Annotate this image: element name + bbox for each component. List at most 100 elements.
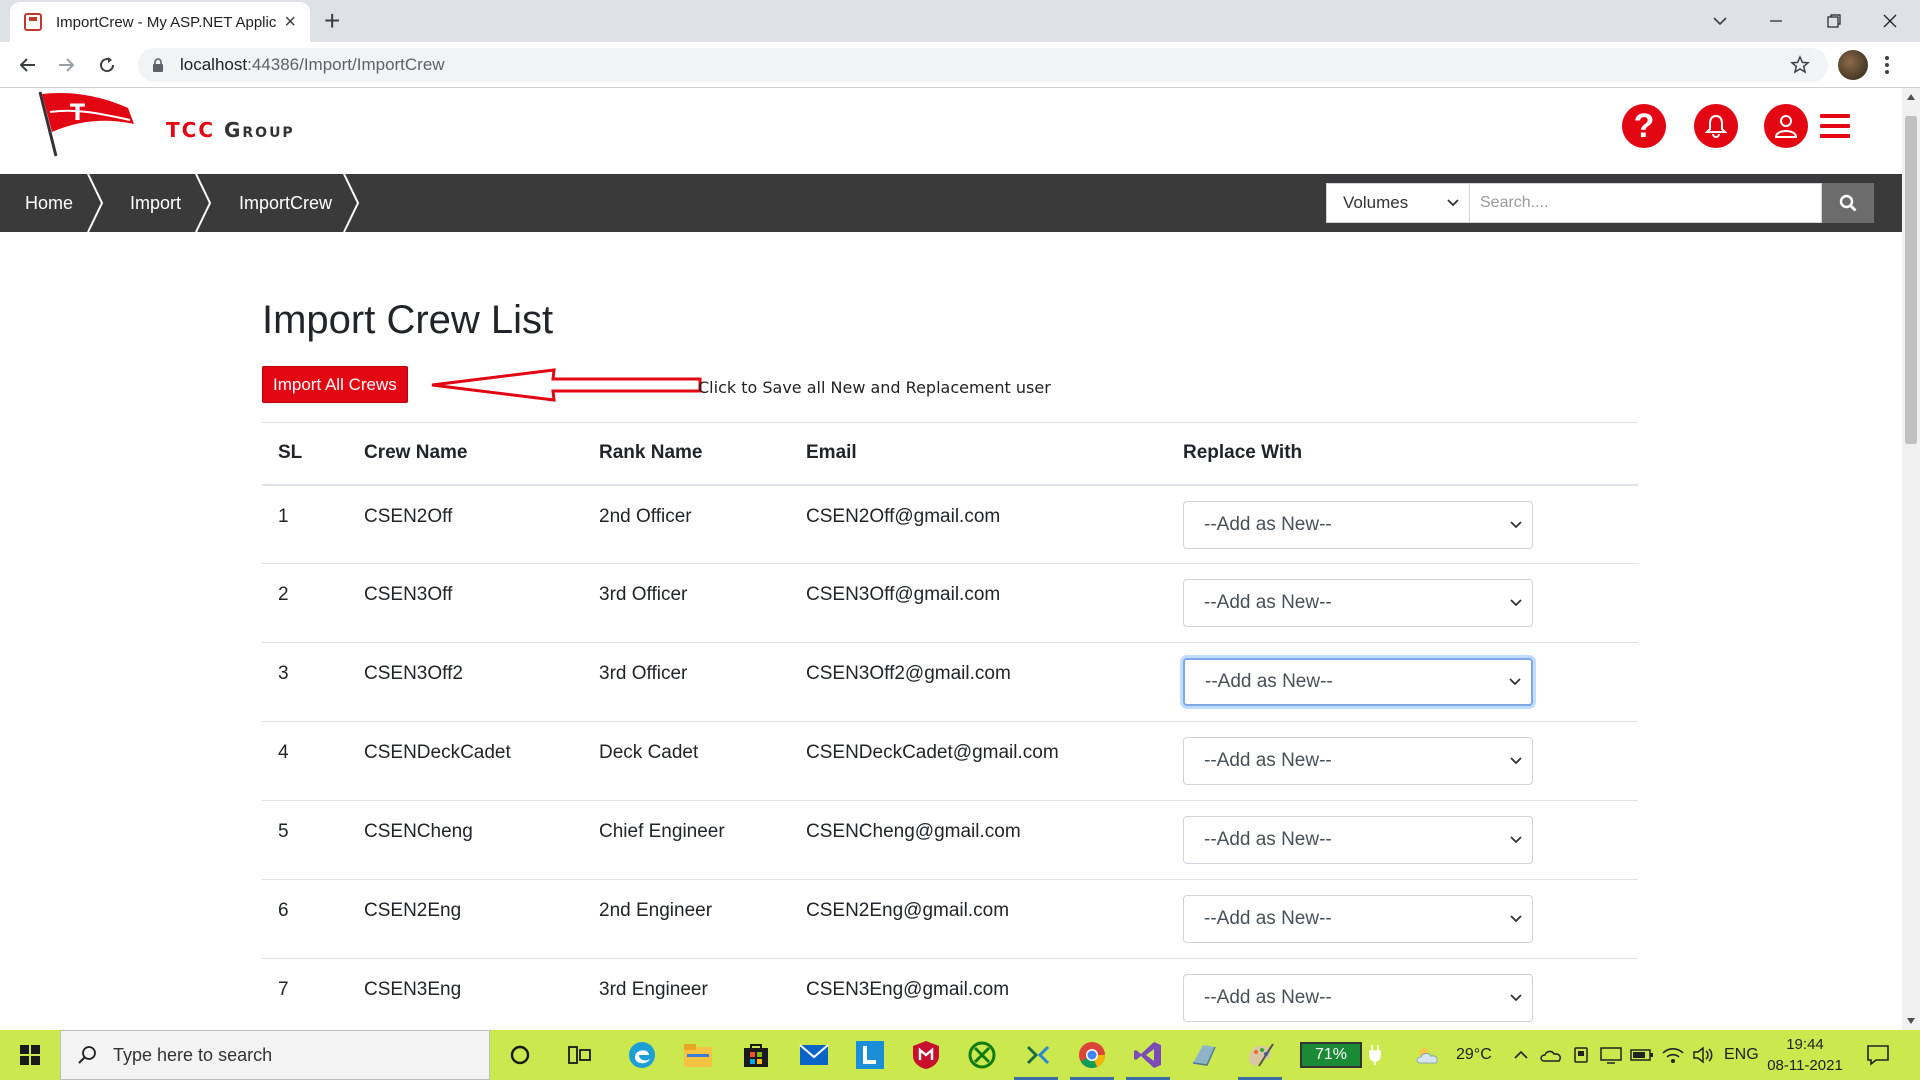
table-header-row: SL Crew Name Rank Name Email Replace Wit… [262, 422, 1638, 486]
replace-with-value: --Add as New-- [1204, 987, 1332, 1008]
browser-tab[interactable]: ImportCrew - My ASP.NET Applic × [10, 2, 310, 42]
help-button[interactable]: ? [1622, 104, 1666, 148]
browser-toolbar: localhost:44386/Import/ImportCrew [0, 42, 1920, 88]
crew-rank: 3rd Engineer [583, 958, 790, 1030]
chevron-down-icon [1510, 994, 1522, 1002]
crew-replace-cell: --Add as New-- [1167, 958, 1638, 1030]
replace-with-select[interactable]: --Add as New-- [1183, 658, 1533, 706]
replace-with-select[interactable]: --Add as New-- [1183, 974, 1533, 1022]
edge-icon[interactable] [626, 1039, 658, 1071]
tab-title: ImportCrew - My ASP.NET Applic [56, 13, 276, 31]
tcc-logo[interactable]: T TCC Group [36, 90, 296, 160]
replace-with-select[interactable]: --Add as New-- [1183, 579, 1533, 627]
crew-rank: 3rd Officer [583, 642, 790, 722]
volume-icon[interactable] [1692, 1030, 1714, 1080]
restore-button[interactable] [1806, 0, 1862, 42]
mcafee-icon[interactable] [910, 1039, 942, 1071]
crew-sl: 3 [262, 642, 348, 722]
notification-center-icon[interactable] [1866, 1030, 1890, 1080]
replace-with-select[interactable]: --Add as New-- [1183, 500, 1533, 549]
language-indicator[interactable]: ENG [1724, 1030, 1759, 1080]
breadcrumb-importcrew[interactable]: ImportCrew [239, 174, 332, 232]
breadcrumb-import[interactable]: Import [130, 174, 181, 232]
back-arrow-icon[interactable] [12, 50, 42, 80]
user-account-button[interactable] [1764, 104, 1808, 148]
chevron-up-icon[interactable] [1514, 1030, 1528, 1080]
task-view-icon[interactable] [564, 1039, 596, 1071]
crew-name: CSEN2Eng [348, 879, 583, 959]
visual-studio-icon[interactable] [1132, 1039, 1164, 1071]
scroll-down-icon[interactable] [1907, 1018, 1915, 1024]
question-icon: ? [1633, 107, 1655, 145]
replace-with-value: --Add as New-- [1204, 829, 1332, 850]
volumes-selected-value: Volumes [1343, 193, 1409, 212]
browser-menu-icon[interactable] [1884, 54, 1890, 81]
xbox-icon[interactable] [966, 1039, 998, 1071]
scroll-up-icon[interactable] [1907, 94, 1915, 100]
launcher-l-icon[interactable] [854, 1039, 886, 1071]
crew-name: CSENDeckCadet [348, 721, 583, 801]
table-row: 3 CSEN3Off2 3rd Officer CSEN3Off2@gmail.com… [262, 642, 1638, 722]
new-tab-button[interactable]: + [324, 6, 340, 36]
paint-icon[interactable] [1244, 1039, 1276, 1071]
crew-email: CSEN2Off@gmail.com [790, 484, 1167, 564]
store-icon[interactable] [740, 1039, 772, 1071]
search-input[interactable]: Search.... [1470, 183, 1822, 223]
replace-with-value: --Add as New-- [1204, 750, 1332, 771]
temperature-text[interactable]: 29°C [1456, 1030, 1492, 1080]
chrome-icon[interactable] [1076, 1039, 1108, 1071]
file-explorer-icon[interactable] [682, 1039, 714, 1071]
battery-indicator[interactable]: 71% [1300, 1042, 1362, 1068]
tab-search-icon[interactable] [1692, 0, 1748, 42]
profile-avatar[interactable] [1838, 50, 1868, 80]
minimize-button[interactable] [1748, 0, 1804, 42]
replace-with-select[interactable]: --Add as New-- [1183, 895, 1533, 943]
volumes-select[interactable]: Volumes [1326, 183, 1470, 223]
sql-server-icon[interactable] [1188, 1039, 1220, 1071]
breadcrumb: Home Import ImportCrew Volumes Search...… [0, 174, 1902, 232]
tab-close-icon[interactable]: × [284, 12, 296, 32]
start-button[interactable] [0, 1030, 60, 1080]
scrollbar-thumb[interactable] [1905, 116, 1917, 444]
address-bar[interactable]: localhost:44386/Import/ImportCrew [138, 48, 1828, 82]
search-button[interactable] [1822, 183, 1874, 223]
bookmark-star-icon[interactable] [1790, 55, 1810, 75]
crew-replace-cell: --Add as New-- [1167, 800, 1638, 880]
system-clock[interactable]: 19:44 08-11-2021 [1760, 1034, 1850, 1076]
weather-cloud-icon[interactable] [1414, 1030, 1444, 1080]
col-email: Email [790, 422, 1167, 486]
page-scrollbar[interactable] [1902, 88, 1920, 1030]
crew-name: CSEN3Off2 [348, 642, 583, 722]
close-window-button[interactable] [1862, 0, 1918, 42]
chevron-down-icon [1510, 757, 1522, 765]
mail-icon[interactable] [798, 1039, 830, 1071]
charging-icon [1368, 1030, 1382, 1080]
annotation-arrow-icon [431, 368, 702, 402]
table-row: 6 CSEN2Eng 2nd Engineer CSEN2Eng@gmail.com -… [262, 879, 1638, 959]
onedrive-icon[interactable] [1540, 1030, 1562, 1080]
taskbar-search[interactable]: Type here to search [60, 1030, 490, 1080]
import-all-crews-button[interactable]: Import All Crews [262, 366, 408, 403]
battery-tray-icon[interactable] [1630, 1030, 1654, 1080]
chevron-down-icon [1510, 915, 1522, 923]
replace-with-value: --Add as New-- [1205, 671, 1333, 692]
wifi-icon[interactable] [1662, 1030, 1684, 1080]
crew-sl: 6 [262, 879, 348, 959]
hamburger-menu-icon[interactable] [1820, 114, 1850, 138]
notifications-button[interactable] [1694, 104, 1738, 148]
device-icon[interactable] [1572, 1030, 1590, 1080]
breadcrumb-home[interactable]: Home [25, 174, 73, 232]
crew-rank: Deck Cadet [583, 721, 790, 801]
replace-with-select[interactable]: --Add as New-- [1183, 816, 1533, 864]
replace-with-select[interactable]: --Add as New-- [1183, 737, 1533, 785]
reload-icon[interactable] [92, 50, 122, 80]
table-row: 1 CSEN2Off 2nd Officer CSEN2Off@gmail.com --… [262, 484, 1638, 564]
site-header: T TCC Group ? [0, 88, 1902, 174]
cortana-icon[interactable] [504, 1039, 536, 1071]
logo-tcc: TCC [166, 118, 215, 142]
forward-arrow-icon[interactable] [52, 50, 82, 80]
display-icon[interactable] [1600, 1030, 1622, 1080]
crew-sl: 7 [262, 958, 348, 1030]
excel-sync-icon[interactable] [1022, 1039, 1054, 1071]
table-row: 4 CSENDeckCadet Deck Cadet CSENDeckCadet@gm… [262, 721, 1638, 801]
